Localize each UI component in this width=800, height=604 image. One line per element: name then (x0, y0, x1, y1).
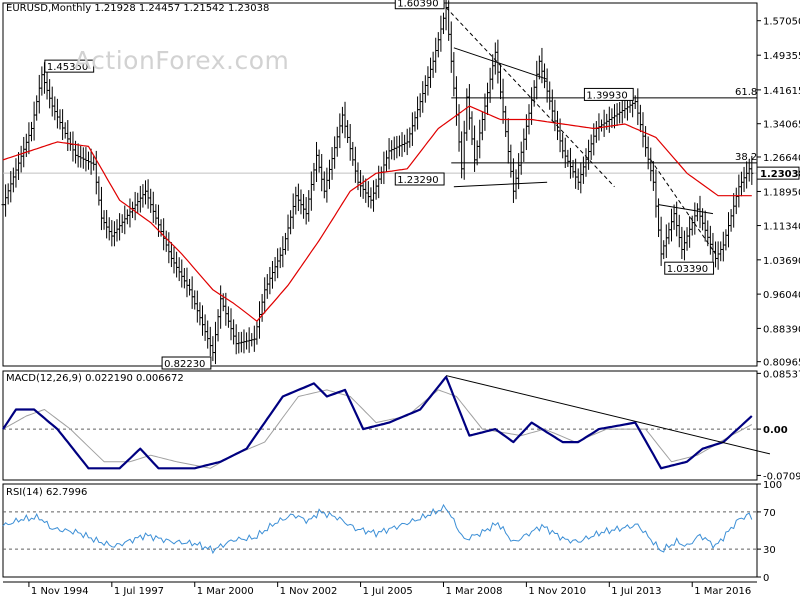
chart-root: ActionForex.com EURUSD,Monthly 1.21928 1… (0, 0, 800, 600)
rsi-ytick-label: 100 (763, 480, 782, 491)
price-ytick-label: 1.03690 (763, 256, 800, 267)
rsi-title: RSI(14) 62.7996 (6, 487, 88, 498)
price-ytick-label: 1.49355 (763, 51, 800, 62)
price-ytick-label: 1.34065 (763, 120, 800, 131)
chart-header: EURUSD,Monthly 1.21928 1.24457 1.21542 1… (6, 3, 269, 14)
price-trend-line (658, 204, 714, 215)
macd-ytick-label: 0.00 (763, 425, 788, 436)
price-annotation-label: 1.03390 (667, 264, 708, 275)
macd-title: MACD(12,26,9) 0.022190 0.006672 (6, 373, 184, 384)
rsi-ytick-label: 70 (763, 508, 776, 519)
price-trend-line (650, 159, 716, 255)
rsi-pane-frame (2, 483, 758, 578)
price-annotation-label: 1.39930 (586, 90, 627, 101)
time-axis-label: 1 Jul 2013 (611, 586, 661, 597)
price-ytick-label: 0.96040 (763, 290, 800, 301)
price-ytick-label: 1.57050 (763, 17, 800, 28)
price-ytick-label: 1.11340 (763, 222, 800, 233)
rsi-ytick-label: 30 (763, 545, 776, 556)
rsi-ytick-label: 0 (763, 573, 769, 584)
fib-level-label: 61.8 (735, 87, 757, 98)
time-axis-label: 1 Nov 2010 (528, 586, 586, 597)
price-ytick-label: 1.26640 (763, 153, 800, 164)
price-ytick-label: 0.80965 (763, 358, 800, 369)
macd-ytick-label: 0.085379 (763, 369, 800, 380)
price-annotation-label: 0.82230 (164, 359, 205, 370)
price-ytick-label: 1.41615 (763, 86, 800, 97)
price-annotation-label: 1.60390 (397, 0, 438, 10)
time-axis-label: 1 Mar 2016 (694, 586, 751, 597)
time-axis-label: 1 Mar 2000 (197, 586, 254, 597)
time-axis-label: 1 Mar 2008 (445, 586, 502, 597)
price-ytick-label: 0.88390 (763, 324, 800, 335)
watermark: ActionForex.com (74, 46, 290, 75)
price-trend-line (453, 181, 548, 188)
header-ohlc: 1.21928 1.24457 1.21542 1.23038 (94, 3, 270, 14)
time-axis-label: 1 Jul 1997 (114, 586, 164, 597)
price-ytick-label: 1.18950 (763, 187, 800, 198)
time-axis-label: 1 Nov 1994 (31, 586, 89, 597)
price-annotation-label: 1.23290 (397, 175, 438, 186)
time-axis-label: 1 Nov 2002 (280, 586, 338, 597)
chart-svg: 1.57050 1.49355 1.41615 1.34065 1.26640 1.189… (1, 0, 800, 597)
moving-average-line (2, 105, 752, 322)
current-price-label: 1.23038 (760, 169, 800, 180)
macd-trend-line (445, 375, 771, 455)
time-axis-label: 1 Jul 2005 (363, 586, 413, 597)
header-symbol: EURUSD,Monthly (6, 3, 92, 14)
fib-level-label: 38.2 (735, 152, 757, 163)
